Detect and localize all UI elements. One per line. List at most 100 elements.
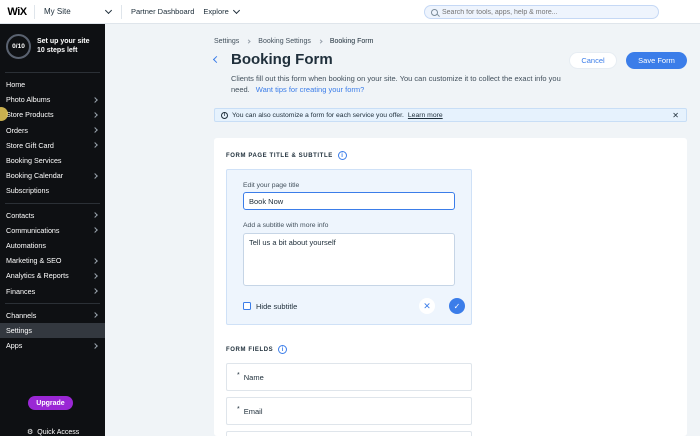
sidebar-item-label: Automations [6, 240, 46, 250]
sidebar-item-channels[interactable]: Channels [0, 308, 105, 323]
page-title-input[interactable] [243, 192, 455, 210]
form-fields-title-text: FORM FIELDS [226, 346, 274, 353]
close-icon: ✕ [423, 300, 431, 311]
sidebar-item-store-gift-card[interactable]: Store Gift Card [0, 138, 105, 153]
sidebar-item-apps[interactable]: Apps [0, 338, 105, 353]
cancel-button[interactable]: Cancel [569, 52, 617, 69]
page-description: Clients fill out this form when booking … [231, 73, 571, 95]
sidebar-item-booking-services[interactable]: Booking Services [0, 153, 105, 168]
page-title: Booking Form [231, 51, 333, 68]
tips-link[interactable]: Want tips for creating your form? [256, 85, 365, 94]
sidebar-item-label: Analytics & Reports [6, 271, 69, 281]
breadcrumb-item[interactable]: Booking Settings [258, 38, 311, 45]
setup-subtitle: 10 steps left [37, 47, 78, 54]
form-field-label: Name [243, 372, 264, 382]
explore-label: Explore [203, 7, 229, 16]
explore-menu[interactable]: Explore [194, 6, 240, 16]
quick-access-label: Quick Access [37, 428, 80, 436]
back-arrow-icon[interactable] [212, 55, 221, 64]
sidebar-item-home[interactable]: Home [0, 77, 105, 92]
site-selector[interactable]: My Site [35, 6, 121, 16]
sidebar-item-finances[interactable]: Finances [0, 283, 105, 298]
partner-dashboard-link[interactable]: Partner Dashboard [122, 7, 194, 16]
subtitle-label: Add a subtitle with more info [243, 222, 329, 229]
chevron-right-icon [92, 172, 98, 179]
hide-subtitle-checkbox[interactable] [243, 302, 251, 310]
site-name: My Site [44, 7, 71, 16]
close-icon[interactable]: ✕ [672, 111, 679, 120]
sidebar-item-label: Contacts [6, 210, 35, 220]
form-field-email[interactable]: * Email [226, 397, 472, 425]
sidebar-item-photo-albums[interactable]: Photo Albums [0, 92, 105, 107]
sidebar-item-orders[interactable]: Orders [0, 123, 105, 138]
form-field-name[interactable]: * Name [226, 363, 472, 391]
quick-access-button[interactable]: ⚙ Quick Access [27, 428, 79, 436]
sidebar-item-label: Store Gift Card [6, 140, 54, 150]
form-field-partial[interactable] [226, 431, 472, 436]
chevron-right-icon [92, 227, 98, 234]
sidebar-item-label: Photo Albums [6, 95, 51, 105]
chevron-right-icon [92, 112, 98, 118]
form-field-label: Email [243, 406, 263, 416]
search-bar[interactable] [424, 5, 659, 19]
setup-progress-widget[interactable]: 0/10 Set up your site 10 steps left [0, 24, 105, 68]
sidebar-divider [5, 202, 100, 204]
wix-logo[interactable]: WiX [0, 6, 34, 18]
sidebar-item-label: Communications [6, 225, 60, 235]
subtitle-input[interactable]: Tell us a bit about yourself [243, 233, 455, 286]
info-icon[interactable]: i [337, 151, 347, 160]
learn-more-link[interactable]: Learn more [408, 112, 443, 119]
chevron-right-icon [92, 212, 98, 218]
hide-subtitle-label[interactable]: Hide subtitle [256, 302, 297, 311]
search-icon [431, 8, 438, 16]
sidebar-nav: Home Photo Albums Store Products Orders Stor… [0, 77, 105, 353]
save-form-button[interactable]: Save Form [626, 52, 687, 69]
sidebar-item-label: Apps [6, 341, 23, 351]
sidebar-item-label: Store Products [6, 110, 54, 120]
sidebar-item-store-products[interactable]: Store Products [0, 107, 105, 122]
sidebar-item-label: Orders [6, 125, 28, 135]
sidebar-divider [5, 72, 100, 73]
title-label: Edit your page title [243, 182, 300, 189]
chevron-right-icon [246, 39, 251, 44]
sidebar-item-label: Channels [6, 310, 37, 320]
info-icon: i [221, 111, 228, 119]
sidebar-item-subscriptions[interactable]: Subscriptions [0, 183, 105, 198]
section-title: FORM PAGE TITLE & SUBTITLE i [226, 151, 347, 160]
chevron-right-icon [92, 273, 98, 279]
sidebar-item-automations[interactable]: Automations [0, 238, 105, 253]
setup-title: Set up your site [37, 38, 90, 45]
breadcrumb: Settings Booking Settings Booking Form [214, 38, 373, 45]
sidebar-item-contacts[interactable]: Contacts [0, 208, 105, 223]
chevron-right-icon [92, 127, 98, 133]
sidebar-item-analytics-reports[interactable]: Analytics & Reports [0, 268, 105, 283]
info-icon[interactable]: i [278, 345, 288, 354]
sidebar-item-label: Booking Services [6, 156, 62, 166]
form-card: FORM PAGE TITLE & SUBTITLE i Edit your p… [214, 138, 687, 436]
required-marker: * [237, 405, 240, 413]
chevron-right-icon [92, 96, 98, 103]
quick-access-icon: ⚙ [27, 429, 34, 436]
sidebar-item-label: Subscriptions [6, 186, 50, 196]
breadcrumb-item[interactable]: Settings [214, 38, 239, 45]
upgrade-button[interactable]: Upgrade [28, 396, 73, 410]
chevron-down-icon [232, 6, 240, 14]
sidebar-item-booking-calendar[interactable]: Booking Calendar [0, 168, 105, 183]
section-title-text: FORM PAGE TITLE & SUBTITLE [226, 152, 333, 159]
search-input[interactable] [442, 8, 642, 16]
discard-button[interactable]: ✕ [419, 298, 435, 314]
chevron-right-icon [92, 142, 98, 149]
sidebar-item-marketing-seo[interactable]: Marketing & SEO [0, 253, 105, 268]
info-text: You can also customize a form for each s… [232, 111, 404, 119]
required-marker: * [237, 371, 240, 379]
sidebar-item-settings[interactable]: Settings [0, 322, 105, 338]
chevron-right-icon [92, 257, 98, 264]
breadcrumb-current: Booking Form [329, 38, 374, 45]
sidebar-item-label: Marketing & SEO [6, 256, 62, 266]
sidebar-item-communications[interactable]: Communications [0, 223, 105, 238]
sidebar-item-label: Home [6, 80, 26, 90]
form-fields-title: FORM FIELDS i [226, 345, 288, 354]
chevron-right-icon [92, 312, 98, 319]
confirm-button[interactable]: ✓ [449, 298, 465, 314]
sidebar-divider [5, 302, 100, 304]
